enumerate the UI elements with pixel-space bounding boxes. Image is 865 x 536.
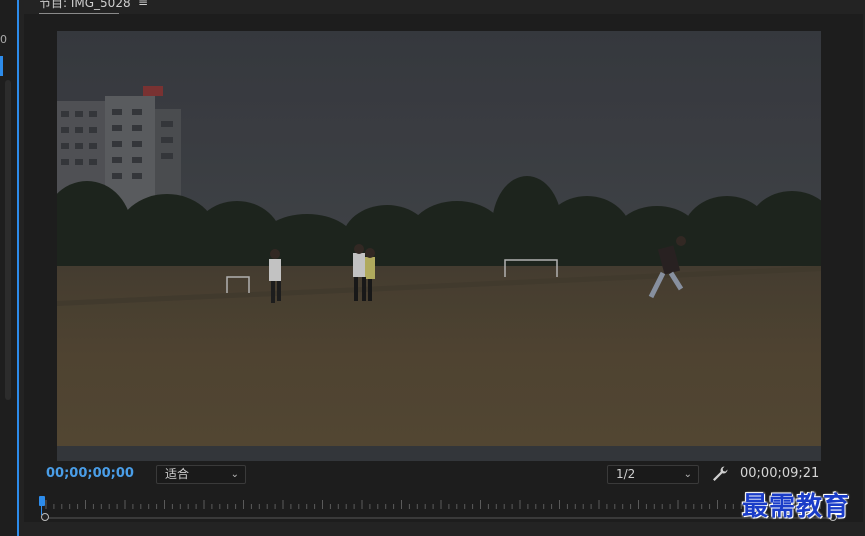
hamburger-icon[interactable]: ≡	[138, 0, 148, 9]
zoom-scroll-track[interactable]	[46, 517, 833, 519]
left-panel-scrollbar[interactable]	[5, 80, 11, 400]
resolution-select-value: 1/2	[616, 467, 636, 481]
panel-title[interactable]: 节目: IMG_5028	[39, 0, 131, 11]
left-panel-value: 0	[0, 33, 7, 46]
playhead[interactable]	[39, 496, 45, 506]
current-timecode[interactable]: 00;00;00;00	[46, 466, 134, 481]
zoom-scroll-handle-left[interactable]	[41, 513, 49, 521]
watermark-logo: 最需教育	[742, 492, 851, 522]
panel-header: 节目: IMG_5028 ≡	[21, 0, 865, 14]
chevron-down-icon: ⌄	[230, 469, 239, 480]
left-panel-selection-marker	[0, 56, 3, 76]
time-ruler[interactable]	[40, 496, 840, 510]
time-ruler-ticks	[45, 500, 837, 509]
left-panel-strip: 0	[0, 0, 19, 536]
zoom-select-value: 适合	[165, 467, 190, 481]
video-scene	[57, 31, 821, 461]
resolution-select[interactable]: 1/2 ⌄	[607, 465, 699, 484]
duration-timecode: 00;00;09;21	[740, 466, 820, 481]
zoom-select[interactable]: 适合 ⌄	[156, 465, 246, 484]
wrench-icon[interactable]	[711, 465, 729, 483]
chevron-down-icon: ⌄	[683, 469, 692, 480]
panel-focus-line	[17, 0, 19, 536]
video-frame[interactable]	[57, 31, 821, 461]
